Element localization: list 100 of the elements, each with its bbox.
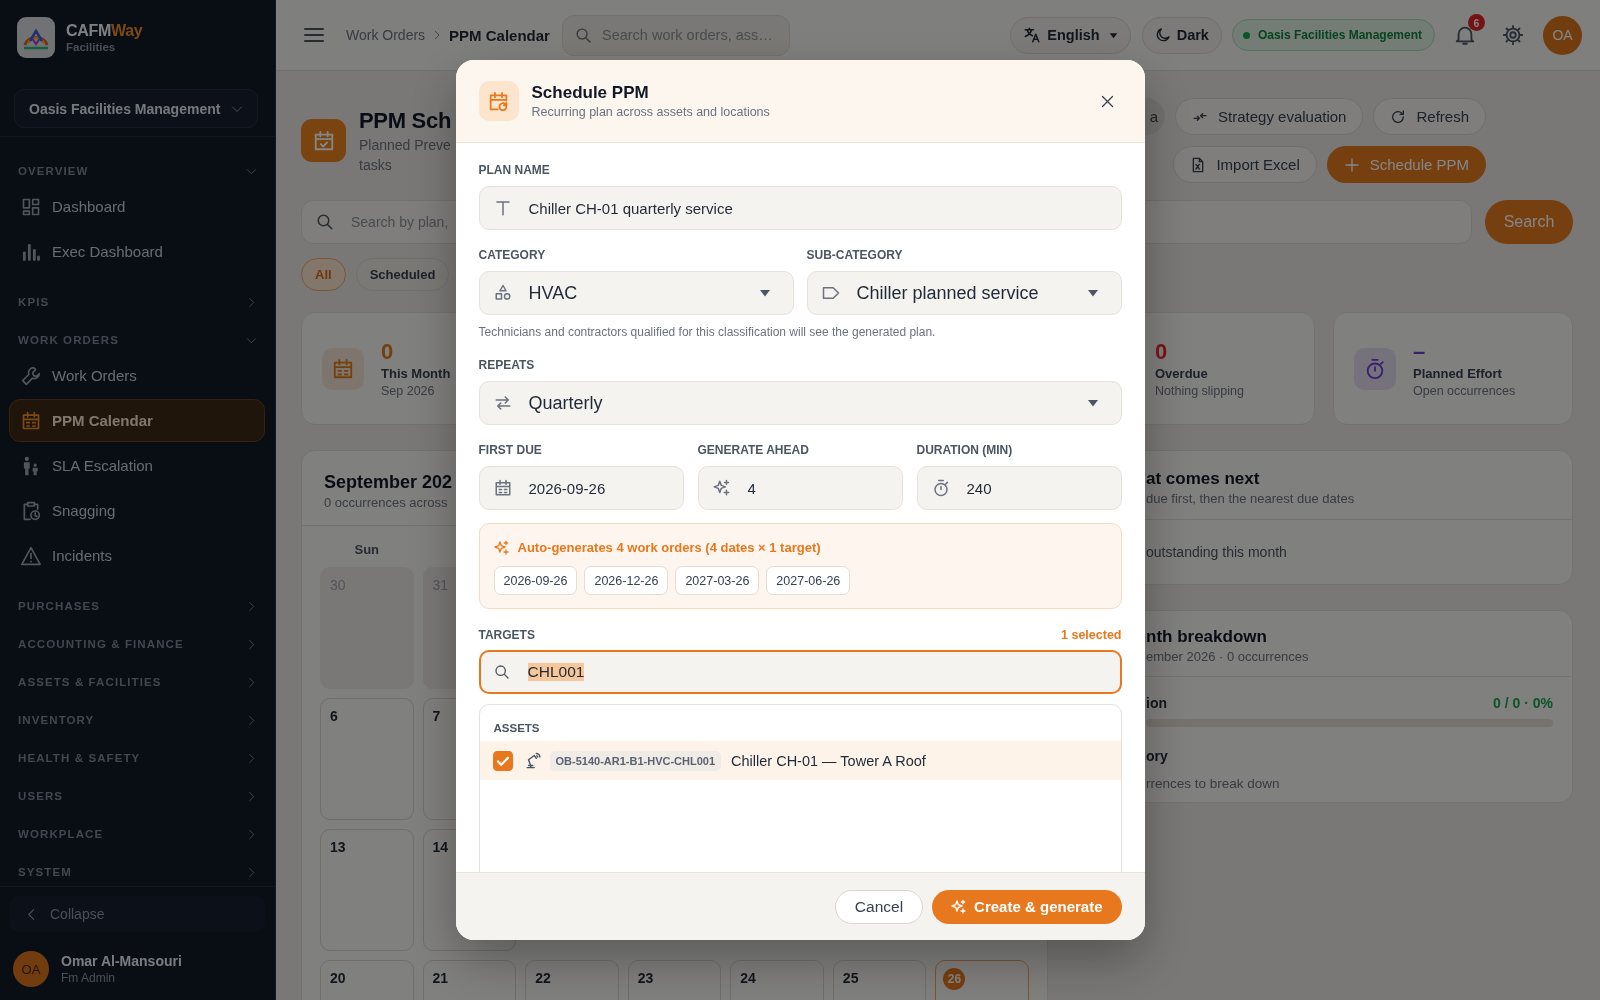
- dialog-title: Schedule PPM: [531, 81, 649, 103]
- calendar-day-cell[interactable]: 22: [525, 960, 619, 1000]
- preview-summary: Auto-generates 4 work orders (4 dates × 1 target): [517, 539, 821, 557]
- nav-item[interactable]: Incidents: [9, 534, 265, 577]
- collapse-button[interactable]: Collapse: [9, 896, 265, 932]
- section-header[interactable]: WORKPLACE: [0, 820, 275, 848]
- calendar-check-icon: [301, 119, 346, 162]
- calendar-subtitle: 0 occurrences across: [324, 494, 448, 512]
- sparkle-icon: [951, 898, 968, 915]
- nav-item[interactable]: PPM Calendar: [9, 399, 265, 442]
- chevron-right-icon: [246, 600, 257, 612]
- search-button[interactable]: Search: [1485, 200, 1573, 244]
- panel-title: at comes next: [1146, 468, 1260, 490]
- calendar-day-cell[interactable]: 21: [422, 960, 517, 1000]
- section-header[interactable]: WORK ORDERS: [0, 326, 275, 354]
- caret-down-icon: [1086, 287, 1099, 299]
- day-number: 6: [330, 707, 338, 726]
- chevron-right-icon: [246, 714, 257, 726]
- number-field[interactable]: 240: [916, 466, 1122, 510]
- section-header[interactable]: KPIS: [0, 288, 275, 316]
- stat-value: 0: [381, 338, 394, 365]
- breadcrumb-link[interactable]: Work Orders: [346, 27, 426, 43]
- import-excel-button[interactable]: Import Excel: [1173, 146, 1317, 183]
- sub-category-select[interactable]: Chiller planned service: [806, 271, 1122, 315]
- calendar-day-cell[interactable]: 25: [832, 960, 927, 1000]
- section-header[interactable]: PURCHASES: [0, 592, 275, 620]
- section-header[interactable]: SYSTEM: [0, 858, 275, 886]
- user-avatar[interactable]: OA: [1543, 15, 1582, 55]
- calendar-day-cell[interactable]: 13: [320, 829, 414, 951]
- number-field[interactable]: 4: [697, 466, 903, 510]
- section-header[interactable]: OVERVIEW: [0, 157, 275, 185]
- day-number: 23: [637, 969, 654, 988]
- sparkle-icon: [712, 479, 731, 497]
- section-header[interactable]: USERS: [0, 782, 275, 810]
- calendar-title: September 202: [324, 471, 453, 494]
- refresh-icon: [1390, 108, 1407, 125]
- panel-subtitle: ember 2026 · 0 occurrences: [1146, 648, 1309, 665]
- nav-item[interactable]: Exec Dashboard: [9, 230, 265, 273]
- checkbox[interactable]: [492, 750, 513, 771]
- filter-chip[interactable]: All: [301, 258, 346, 291]
- day-number: 7: [432, 707, 441, 726]
- cancel-button[interactable]: Cancel: [834, 889, 924, 924]
- caret-down-icon: [1086, 397, 1099, 409]
- schedule-ppm-button[interactable]: Schedule PPM: [1326, 146, 1486, 183]
- status-dot-icon: [1242, 31, 1250, 39]
- section-header[interactable]: ASSETS & FACILITIES: [0, 668, 275, 696]
- stat-label: Overdue: [1155, 364, 1208, 383]
- result-row[interactable]: OB-5140-AR1-B1-HVC-CHL001 Chiller CH-01 — Tower A Roof: [479, 741, 1121, 780]
- language-button[interactable]: English: [1010, 16, 1131, 54]
- group-label: ASSETS: [493, 721, 540, 736]
- user-avatar: OA: [13, 951, 49, 987]
- date-chip: 2027-03-26: [675, 566, 760, 595]
- settings-icon[interactable]: [1502, 24, 1524, 46]
- theme-button[interactable]: Dark: [1141, 16, 1222, 54]
- nav-item[interactable]: Work Orders: [9, 354, 265, 397]
- field-label: REPEATS: [478, 357, 535, 373]
- caret-down-icon: [1108, 30, 1118, 40]
- calendar-day-cell[interactable]: 20: [320, 960, 414, 1000]
- people-icon: [21, 455, 41, 476]
- stat-caption: Nothing slipping: [1155, 382, 1244, 399]
- field-label: GENERATE AHEAD: [697, 442, 809, 458]
- shapes-icon: [493, 284, 512, 302]
- nav-item[interactable]: Dashboard: [9, 185, 265, 228]
- calendar-day-cell[interactable]: 6: [320, 698, 414, 820]
- day-number: 25: [842, 969, 859, 988]
- brand-tagline: Facilities: [66, 40, 116, 54]
- target-search-field[interactable]: CHL001: [478, 650, 1122, 694]
- page-subtitle: tasks: [359, 155, 393, 175]
- calendar-day-cell[interactable]: 24: [730, 960, 824, 1000]
- date-chip: 2026-09-26: [493, 566, 578, 595]
- plan-name-field[interactable]: Chiller CH-01 quarterly service: [478, 186, 1122, 230]
- section-header[interactable]: ACCOUNTING & FINANCE: [0, 630, 275, 658]
- notification-badge: 6: [1468, 14, 1485, 31]
- bar-chart-icon: [21, 241, 41, 262]
- section-header[interactable]: HEALTH & SAFETY: [0, 744, 275, 772]
- filter-chip[interactable]: Scheduled: [355, 258, 450, 291]
- category-select[interactable]: HVAC: [478, 271, 794, 315]
- logo-icon: [17, 17, 55, 58]
- repeats-select[interactable]: Quarterly: [478, 381, 1122, 425]
- refresh-button[interactable]: Refresh: [1373, 98, 1486, 135]
- brand-name: CAFMWay: [66, 21, 143, 40]
- day-number: 21: [432, 969, 449, 988]
- day-number: 20: [330, 969, 346, 988]
- stat-value: –: [1413, 338, 1426, 365]
- metric-label: ory: [1146, 747, 1168, 766]
- calendar-day-cell[interactable]: 26: [935, 960, 1029, 1000]
- bell-icon[interactable]: [1454, 24, 1476, 46]
- text-icon: [493, 199, 512, 217]
- nav-item[interactable]: Snagging: [9, 489, 265, 532]
- organization-select[interactable]: Oasis Facilities Management: [14, 89, 258, 128]
- calendar-day-cell[interactable]: 23: [627, 960, 722, 1000]
- strategy-evaluation-button[interactable]: Strategy evaluation: [1175, 98, 1364, 135]
- field-label: DURATION (MIN): [916, 442, 1013, 458]
- create-button[interactable]: Create & generate: [932, 889, 1122, 924]
- field-label: PLAN NAME: [478, 162, 550, 178]
- nav-item[interactable]: SLA Escalation: [9, 444, 265, 487]
- chevron-right-icon: [432, 30, 443, 40]
- section-header[interactable]: INVENTORY: [0, 706, 275, 734]
- close-icon[interactable]: [1099, 93, 1115, 109]
- date-field[interactable]: 2026-09-26: [478, 466, 684, 510]
